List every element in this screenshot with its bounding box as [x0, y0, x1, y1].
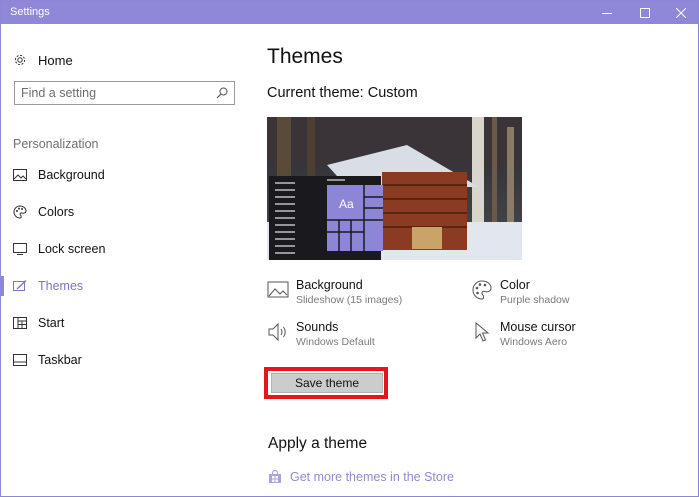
sidebar-item-colors[interactable]: Colors	[1, 197, 251, 227]
themes-brush-icon	[13, 279, 27, 293]
theme-preview: Aa	[267, 117, 522, 260]
section-label: Personalization	[13, 137, 99, 151]
background-property[interactable]: Background Slideshow (15 images)	[267, 278, 402, 307]
background-property-name: Background	[296, 278, 363, 292]
maximize-button[interactable]	[628, 1, 662, 24]
palette-icon	[13, 205, 27, 219]
color-property-value: Purple shadow	[500, 294, 570, 306]
search-box[interactable]	[14, 81, 235, 105]
sidebar-item-lock-screen[interactable]: Lock screen	[1, 234, 251, 264]
sidebar-item-label: Background	[38, 168, 105, 182]
save-theme-button[interactable]: Save theme	[271, 373, 383, 393]
store-themes-link[interactable]: Get more themes in the Store	[268, 470, 454, 484]
sidebar-item-taskbar[interactable]: Taskbar	[1, 345, 251, 375]
start-grid-icon	[13, 316, 27, 330]
page-title: Themes	[267, 45, 343, 68]
sidebar-item-start[interactable]: Start	[1, 308, 251, 338]
preview-tile-text: Aa	[339, 197, 354, 211]
sidebar-item-themes[interactable]: Themes	[1, 271, 251, 301]
speaker-icon	[268, 322, 286, 342]
search-icon[interactable]	[216, 87, 228, 99]
sounds-property-value: Windows Default	[296, 336, 375, 348]
background-picture-icon	[13, 168, 27, 182]
current-theme-heading: Current theme: Custom	[267, 85, 418, 101]
sounds-property[interactable]: Sounds Windows Default	[267, 320, 375, 349]
sidebar-item-label: Themes	[38, 279, 84, 293]
window-title: Settings	[10, 6, 50, 18]
mouse-cursor-property-name: Mouse cursor	[500, 320, 576, 334]
sidebar-item-background[interactable]: Background	[1, 160, 251, 190]
store-bag-icon	[269, 470, 281, 483]
close-button[interactable]	[664, 1, 698, 24]
sidebar-item-label: Start	[38, 316, 65, 330]
sounds-property-name: Sounds	[296, 320, 339, 334]
store-link-text: Get more themes in the Store	[290, 470, 454, 484]
gear-icon	[14, 54, 26, 66]
color-property-name: Color	[500, 278, 530, 292]
cursor-icon	[475, 321, 490, 342]
close-icon	[676, 7, 686, 18]
search-input[interactable]	[21, 85, 211, 101]
settings-window: Settings Home Personalization	[0, 0, 699, 497]
picture-icon	[267, 281, 289, 298]
background-property-value: Slideshow (15 images)	[296, 294, 403, 306]
sidebar: Home Personalization Background Colors	[1, 24, 251, 496]
taskbar-icon	[13, 353, 27, 367]
sidebar-item-label: Taskbar	[38, 353, 82, 367]
home-nav-item[interactable]: Home	[13, 50, 73, 70]
maximize-icon	[640, 7, 650, 18]
minimize-icon	[602, 12, 612, 14]
sidebar-item-label: Colors	[38, 205, 75, 219]
color-property[interactable]: Color Purple shadow	[471, 278, 569, 307]
minimize-button[interactable]	[590, 1, 624, 24]
mouse-cursor-property[interactable]: Mouse cursor Windows Aero	[471, 320, 576, 349]
title-bar: Settings	[1, 1, 698, 24]
palette-icon	[472, 280, 492, 300]
home-label: Home	[38, 52, 73, 68]
theme-preview-image	[267, 117, 522, 260]
mouse-cursor-property-value: Windows Aero	[500, 336, 568, 348]
sidebar-item-label: Lock screen	[38, 242, 106, 256]
apply-theme-heading: Apply a theme	[268, 435, 368, 452]
lock-screen-icon	[13, 242, 27, 256]
